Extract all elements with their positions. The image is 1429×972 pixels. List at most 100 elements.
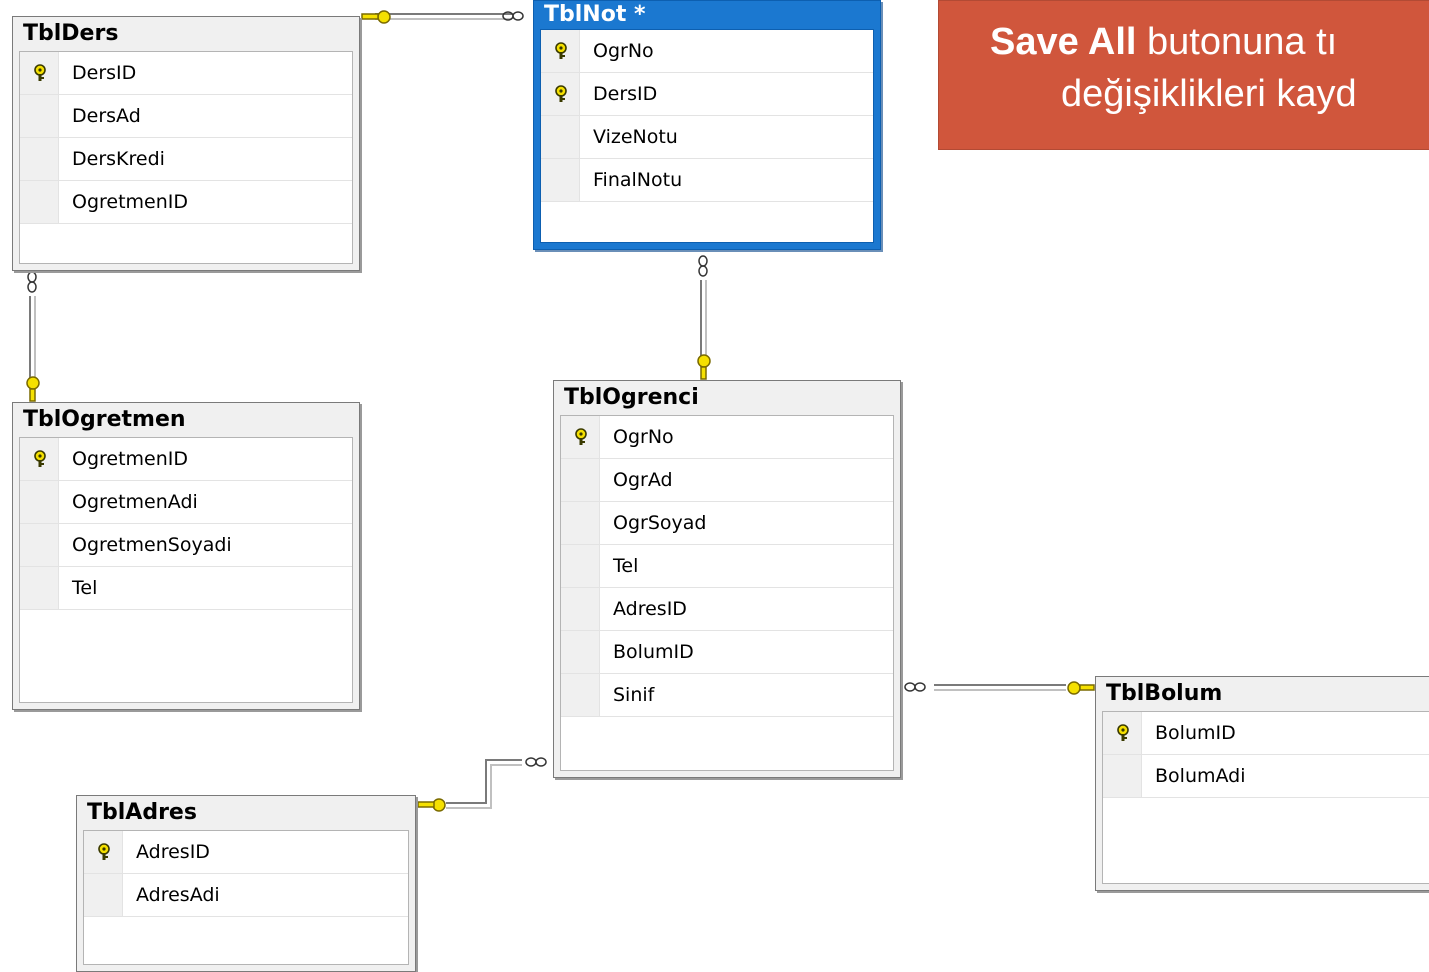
row-selector[interactable] [561, 674, 600, 716]
row-selector[interactable] [561, 416, 600, 458]
row-selector[interactable] [541, 30, 580, 72]
primary-key-icon [32, 450, 48, 468]
row-selector[interactable] [541, 73, 580, 115]
table-tblbolum[interactable]: TblBolum BolumID BolumAdi [1095, 676, 1429, 891]
row-selector[interactable] [561, 502, 600, 544]
infinity-icon [698, 255, 708, 277]
column-row[interactable]: Tel [20, 567, 352, 610]
column-row[interactable]: FinalNotu [541, 159, 873, 202]
column-row[interactable]: OgretmenAdi [20, 481, 352, 524]
column-row[interactable]: OgretmenSoyadi [20, 524, 352, 567]
column-row[interactable]: OgretmenID [20, 181, 352, 224]
callout-line-1-rest: butonuna tı [1136, 21, 1338, 63]
callout-line-2: değişiklikleri kayd [1061, 73, 1357, 115]
column-name: BolumAdi [1155, 765, 1246, 787]
column-list: OgretmenID OgretmenAdi OgretmenSoyadi Tel [19, 437, 353, 703]
table-title: TblDers [23, 21, 119, 46]
column-name: OgretmenSoyadi [72, 534, 232, 556]
row-selector[interactable] [20, 438, 59, 480]
column-row[interactable]: OgrNo [561, 416, 893, 459]
column-name: FinalNotu [593, 169, 683, 191]
table-tblnot[interactable]: TblNot * OgrNo DersID VizeNotu FinalNotu [533, 0, 881, 250]
primary-key-icon [96, 843, 112, 861]
column-name: DersAd [72, 105, 141, 127]
column-row[interactable]: OgrNo [541, 30, 873, 73]
row-selector[interactable] [561, 545, 600, 587]
primary-key-icon [553, 42, 569, 60]
column-row[interactable]: OgrSoyad [561, 502, 893, 545]
column-row[interactable]: Sinif [561, 674, 893, 717]
column-row[interactable]: OgretmenID [20, 438, 352, 481]
primary-key-icon [1115, 724, 1131, 742]
column-row[interactable]: AdresID [561, 588, 893, 631]
column-name: DersID [72, 62, 137, 84]
column-row[interactable]: AdresAdi [84, 874, 408, 917]
infinity-icon [904, 682, 926, 692]
column-list: AdresID AdresAdi [83, 830, 409, 965]
column-name: OgretmenID [72, 191, 189, 213]
instruction-callout: Save All butonuna tı değişiklikleri kayd [938, 0, 1429, 150]
key-icon [697, 354, 711, 380]
key-icon [417, 798, 446, 812]
column-list: DersID DersAd DersKredi OgretmenID [19, 51, 353, 264]
row-selector[interactable] [561, 588, 600, 630]
key-icon [361, 10, 391, 24]
column-row[interactable]: Tel [561, 545, 893, 588]
row-selector[interactable] [541, 159, 580, 201]
column-name: AdresID [136, 841, 210, 863]
table-title: TblOgrenci [564, 385, 699, 410]
column-row[interactable]: BolumAdi [1103, 755, 1429, 798]
row-selector[interactable] [20, 52, 59, 94]
column-row[interactable]: BolumID [561, 631, 893, 674]
column-name: DersID [593, 83, 658, 105]
row-selector[interactable] [20, 567, 59, 609]
column-list: OgrNo OgrAd OgrSoyad Tel AdresID BolumID Sinif [560, 415, 894, 771]
table-title: TblOgretmen [23, 407, 186, 432]
column-row[interactable]: DersAd [20, 95, 352, 138]
column-row[interactable]: BolumID [1103, 712, 1429, 755]
key-icon [26, 376, 40, 402]
column-name: OgretmenID [72, 448, 189, 470]
column-list: OgrNo DersID VizeNotu FinalNotu [540, 29, 874, 243]
table-title: TblNot * [544, 2, 646, 27]
column-name: OgrAd [613, 469, 673, 491]
column-name: OgrNo [593, 40, 654, 62]
column-row[interactable]: OgrAd [561, 459, 893, 502]
primary-key-icon [32, 64, 48, 82]
column-name: OgrNo [613, 426, 674, 448]
column-name: Tel [72, 577, 98, 599]
column-name: Sinif [613, 684, 655, 706]
row-selector[interactable] [20, 95, 59, 137]
column-name: OgretmenAdi [72, 491, 198, 513]
column-row[interactable]: DersKredi [20, 138, 352, 181]
row-selector[interactable] [84, 874, 123, 916]
column-name: BolumID [613, 641, 694, 663]
column-row[interactable]: DersID [541, 73, 873, 116]
infinity-icon [525, 757, 547, 767]
column-row[interactable]: AdresID [84, 831, 408, 874]
table-tblders[interactable]: TblDers DersID DersAd DersKredi OgretmenID [12, 16, 360, 271]
column-name: Tel [613, 555, 639, 577]
row-selector[interactable] [1103, 712, 1142, 754]
callout-bold: Save All [990, 21, 1137, 63]
row-selector[interactable] [20, 138, 59, 180]
column-name: OgrSoyad [613, 512, 707, 534]
row-selector[interactable] [1103, 755, 1142, 797]
infinity-icon [27, 271, 37, 293]
row-selector[interactable] [561, 459, 600, 501]
table-tblogrenci[interactable]: TblOgrenci OgrNo OgrAd OgrSoyad Tel AdresID B… [553, 380, 901, 778]
row-selector[interactable] [541, 116, 580, 158]
row-selector[interactable] [20, 181, 59, 223]
row-selector[interactable] [84, 831, 123, 873]
table-title: TblBolum [1106, 681, 1223, 706]
column-row[interactable]: DersID [20, 52, 352, 95]
row-selector[interactable] [20, 524, 59, 566]
table-tblogretmen[interactable]: TblOgretmen OgretmenID OgretmenAdi Ogretme… [12, 402, 360, 710]
table-tbladres[interactable]: TblAdres AdresID AdresAdi [76, 795, 416, 972]
column-name: BolumID [1155, 722, 1236, 744]
column-name: AdresAdi [136, 884, 220, 906]
row-selector[interactable] [561, 631, 600, 673]
table-title: TblAdres [87, 800, 197, 825]
column-row[interactable]: VizeNotu [541, 116, 873, 159]
row-selector[interactable] [20, 481, 59, 523]
